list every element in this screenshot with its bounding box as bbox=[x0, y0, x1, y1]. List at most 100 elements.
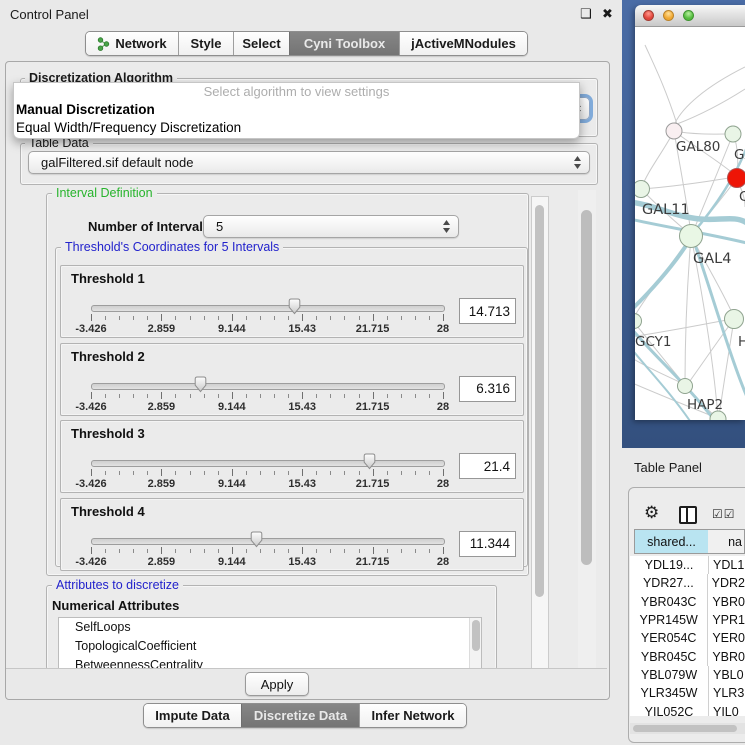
select-columns-icon[interactable]: ☑☑ bbox=[712, 507, 736, 521]
table-row[interactable]: YDR27...YDR2 bbox=[630, 574, 745, 592]
cell-name[interactable]: YLR3 bbox=[708, 684, 744, 702]
table-row[interactable]: YBL079WYBL0 bbox=[630, 666, 745, 684]
outer-scrollbar-thumb[interactable] bbox=[581, 210, 592, 565]
close-icon[interactable]: ✖ bbox=[602, 6, 613, 22]
tick-mark bbox=[344, 471, 345, 475]
attribute-list-item[interactable]: SelfLoops bbox=[59, 618, 481, 637]
cell-name[interactable]: YDL1 bbox=[708, 556, 744, 574]
table-row[interactable]: YLR345WYLR3 bbox=[630, 684, 745, 702]
threshold-box: Threshold 3 -3.4262.8599.14415.4321.7152… bbox=[60, 420, 524, 493]
threshold-value-input[interactable] bbox=[459, 453, 516, 479]
cell-shared-name[interactable]: YDL19... bbox=[630, 558, 708, 572]
table-row[interactable]: YER054CYER0 bbox=[630, 629, 745, 647]
tick-mark bbox=[246, 316, 247, 320]
tick-mark bbox=[316, 471, 317, 475]
list-scrollbar[interactable] bbox=[469, 618, 481, 669]
slider-track[interactable] bbox=[91, 538, 445, 545]
cell-name[interactable]: YBL0 bbox=[708, 666, 744, 684]
cell-name[interactable]: YBR0 bbox=[707, 647, 745, 665]
inner-scrollbar[interactable] bbox=[531, 196, 549, 669]
tab-infer-network[interactable]: Infer Network bbox=[359, 704, 466, 727]
network-window[interactable]: GAL80GACGAL11GAL4GCY1HHAP2 bbox=[635, 5, 745, 420]
dropdown-option-equal-width[interactable]: Equal Width/Frequency Discretization bbox=[14, 119, 579, 137]
list-scrollbar-thumb[interactable] bbox=[472, 620, 480, 651]
gal2-node[interactable] bbox=[725, 126, 741, 142]
threshold-value-input[interactable] bbox=[459, 376, 516, 402]
tab-select[interactable]: Select bbox=[233, 32, 289, 55]
cell-name[interactable]: YBR0 bbox=[707, 593, 745, 611]
gal11-node[interactable] bbox=[635, 181, 650, 198]
tick-mark bbox=[190, 471, 191, 475]
column-header-shared[interactable]: shared... bbox=[634, 529, 709, 554]
apply-button[interactable]: Apply bbox=[245, 672, 309, 696]
cell-shared-name[interactable]: YLR345W bbox=[630, 686, 708, 700]
table-row[interactable]: YPR145WYPR1 bbox=[630, 611, 745, 629]
cell-name[interactable]: YPR1 bbox=[707, 611, 745, 629]
tick-mark bbox=[330, 471, 331, 475]
tab-discretize-data[interactable]: Discretize Data bbox=[241, 704, 359, 727]
tick-mark bbox=[204, 316, 205, 320]
threshold-value-input[interactable] bbox=[459, 531, 516, 557]
tick-mark bbox=[175, 394, 176, 398]
attribute-list-item[interactable]: TopologicalCoefficient bbox=[59, 637, 481, 656]
slider-thumb[interactable] bbox=[362, 453, 377, 470]
cell-shared-name[interactable]: YBR045C bbox=[630, 650, 707, 664]
table-row[interactable]: YBR043CYBR0 bbox=[630, 593, 745, 611]
tab-style[interactable]: Style bbox=[178, 32, 233, 55]
cell-name[interactable]: YER0 bbox=[707, 629, 745, 647]
gal4-node[interactable] bbox=[680, 225, 703, 248]
numerical-attributes-list[interactable]: SelfLoopsTopologicalCoefficientBetweenne… bbox=[58, 617, 482, 670]
slider-track[interactable] bbox=[91, 460, 445, 467]
table-h-scrollbar-thumb[interactable] bbox=[633, 725, 737, 732]
tab-cyni-toolbox[interactable]: Cyni Toolbox bbox=[289, 32, 399, 55]
cell-name[interactable]: YDR2 bbox=[707, 574, 745, 592]
float-icon[interactable]: ❑ bbox=[580, 6, 592, 22]
cell-shared-name[interactable]: YPR145W bbox=[630, 613, 707, 627]
table-row[interactable]: YBR045CYBR0 bbox=[630, 647, 745, 665]
outer-scrollbar[interactable] bbox=[578, 190, 596, 668]
table-h-scrollbar[interactable] bbox=[630, 723, 745, 734]
gear-icon[interactable]: ⚙ bbox=[644, 503, 659, 523]
table-row[interactable]: YIL052CYIL0 bbox=[630, 702, 745, 716]
minimize-traffic-light-icon[interactable] bbox=[663, 10, 674, 21]
slider-track[interactable] bbox=[91, 383, 445, 390]
tab-network[interactable]: Network bbox=[86, 32, 178, 55]
num-intervals-combobox[interactable]: 5 bbox=[203, 215, 459, 238]
inner-scrollbar-thumb[interactable] bbox=[535, 205, 544, 597]
dropdown-option-manual[interactable]: Manual Discretization bbox=[14, 101, 579, 119]
split-columns-icon[interactable] bbox=[679, 506, 697, 524]
red-node[interactable] bbox=[728, 169, 745, 188]
gcy1-node[interactable] bbox=[635, 314, 642, 329]
tick-label: -3.426 bbox=[75, 478, 106, 490]
slider-thumb[interactable] bbox=[249, 531, 264, 548]
column-header-name[interactable]: na bbox=[708, 529, 745, 554]
cell-shared-name[interactable]: YDR27... bbox=[630, 576, 707, 590]
tab-jactivemnodules[interactable]: jActiveMNodules bbox=[399, 32, 527, 55]
slider-thumb[interactable] bbox=[193, 376, 208, 393]
tick-label: 21.715 bbox=[356, 478, 390, 490]
gal80-node[interactable] bbox=[666, 123, 682, 139]
cell-shared-name[interactable]: YBR043C bbox=[630, 595, 707, 609]
table-data-combobox[interactable]: galFiltered.sif default node bbox=[28, 151, 590, 174]
tick-mark bbox=[91, 547, 92, 554]
cell-name[interactable]: YIL0 bbox=[708, 702, 739, 716]
cell-shared-name[interactable]: YER054C bbox=[630, 631, 707, 645]
h-node[interactable] bbox=[725, 310, 744, 329]
tick-label: 15.43 bbox=[288, 556, 316, 568]
tick-mark bbox=[119, 394, 120, 398]
tab-impute-data[interactable]: Impute Data bbox=[144, 704, 241, 727]
table-row[interactable]: YDL19...YDL1 bbox=[630, 556, 745, 574]
close-traffic-light-icon[interactable] bbox=[643, 10, 654, 21]
tick-mark bbox=[147, 394, 148, 398]
hap2-node[interactable] bbox=[678, 379, 693, 394]
threshold-label: Threshold 2 bbox=[71, 349, 145, 364]
zoom-traffic-light-icon[interactable] bbox=[683, 10, 694, 21]
network-window-titlebar[interactable] bbox=[635, 5, 745, 27]
slider-track[interactable] bbox=[91, 305, 445, 312]
slider-thumb[interactable] bbox=[287, 298, 302, 315]
network-canvas[interactable]: GAL80GACGAL11GAL4GCY1HHAP2 bbox=[635, 27, 745, 420]
threshold-value-input[interactable] bbox=[459, 298, 516, 324]
cell-shared-name[interactable]: YBL079W bbox=[630, 668, 708, 682]
cell-shared-name[interactable]: YIL052C bbox=[630, 705, 708, 716]
node-label-gal11: GAL11 bbox=[642, 202, 690, 218]
